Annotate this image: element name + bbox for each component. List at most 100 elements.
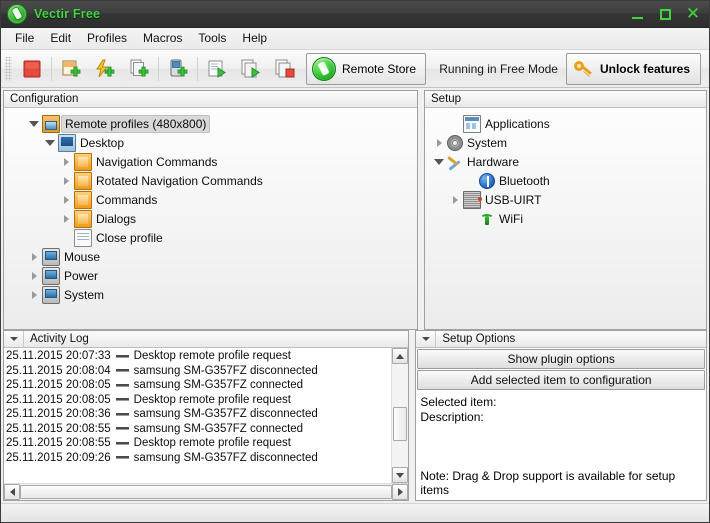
expander-closed-icon[interactable] xyxy=(58,173,74,189)
menu-profiles[interactable]: Profiles xyxy=(79,29,135,48)
log-row[interactable]: 25.11.2015 20:08:55 samsung SM-G357FZ co… xyxy=(6,422,391,437)
expander-open-icon[interactable] xyxy=(26,116,42,132)
tree-item-close-profile[interactable]: Close profile xyxy=(4,228,417,247)
scroll-thumb[interactable] xyxy=(393,407,408,442)
tree-item-dialogs[interactable]: Dialogs xyxy=(4,209,417,228)
expander-closed-icon[interactable] xyxy=(431,135,447,151)
menu-help[interactable]: Help xyxy=(234,29,275,48)
setup-tree[interactable]: Applications System Hardware Bluetooth U… xyxy=(425,108,706,329)
scroll-right-button[interactable] xyxy=(392,484,409,500)
log-row[interactable]: 25.11.2015 20:09:26 samsung SM-G357FZ di… xyxy=(6,451,391,466)
vectir-remote-icon xyxy=(7,4,27,24)
tree-item-navigation-commands[interactable]: Navigation Commands xyxy=(4,152,417,171)
activity-log-horizontal-scrollbar[interactable] xyxy=(4,483,409,500)
run-pages-button[interactable] xyxy=(234,53,267,85)
vectir-main-window: Vectir Free ✕ File Edit Profiles Macros … xyxy=(0,0,710,523)
scroll-track-horizontal[interactable] xyxy=(20,484,393,500)
new-device-button[interactable] xyxy=(161,53,194,85)
arrow-up-icon xyxy=(396,353,405,359)
tree-item-label: USB-UIRT xyxy=(485,192,542,207)
tree-item-system[interactable]: System xyxy=(4,285,417,304)
new-command-set-button[interactable] xyxy=(122,53,155,85)
expander-closed-icon[interactable] xyxy=(26,268,42,284)
add-selected-item-button[interactable]: Add selected item to configuration xyxy=(417,370,705,390)
menu-file[interactable]: File xyxy=(7,29,42,48)
show-plugin-options-button[interactable]: Show plugin options xyxy=(417,349,705,369)
minimize-button[interactable] xyxy=(623,2,651,26)
scroll-down-button[interactable] xyxy=(392,467,409,483)
activity-log-title: Activity Log xyxy=(30,333,89,345)
activity-log-body: 25.11.2015 20:07:33 Desktop remote profi… xyxy=(4,348,409,500)
log-separator-icon xyxy=(115,398,129,402)
activity-log-vertical-scrollbar[interactable] xyxy=(391,348,409,483)
menu-edit[interactable]: Edit xyxy=(42,29,79,48)
activity-log-panel: Activity Log 25.11.2015 20:07:33 Desktop… xyxy=(3,330,410,501)
tree-item-usb-uirt[interactable]: USB-UIRT xyxy=(425,190,706,209)
unlock-features-button[interactable]: Unlock features xyxy=(565,52,701,85)
run-page-button[interactable] xyxy=(200,53,233,85)
tree-item-rotated-navigation-commands[interactable]: Rotated Navigation Commands xyxy=(4,171,417,190)
stop-button[interactable] xyxy=(15,53,48,85)
toolbar-right-group: Running in Free Mode Unlock features xyxy=(439,52,705,85)
expander-closed-icon[interactable] xyxy=(58,192,74,208)
configuration-tree[interactable]: Remote profiles (480x800) Desktop Naviga… xyxy=(4,108,417,329)
tree-item-bluetooth[interactable]: Bluetooth xyxy=(425,171,706,190)
tree-item-applications[interactable]: Applications xyxy=(425,114,706,133)
tree-item-mouse[interactable]: Mouse xyxy=(4,247,417,266)
scroll-track[interactable] xyxy=(392,364,409,467)
tree-item-label: Rotated Navigation Commands xyxy=(96,173,263,188)
log-timestamp: 25.11.2015 20:07:33 xyxy=(6,350,111,363)
log-row[interactable]: 25.11.2015 20:07:33 Desktop remote profi… xyxy=(6,349,391,364)
chevron-down-icon xyxy=(9,337,18,341)
remote-store-button[interactable]: Remote Store xyxy=(306,52,427,85)
scroll-left-button[interactable] xyxy=(4,484,20,500)
activity-log-list[interactable]: 25.11.2015 20:07:33 Desktop remote profi… xyxy=(4,348,391,483)
expander-closed-icon[interactable] xyxy=(447,192,463,208)
log-row[interactable]: 25.11.2015 20:08:55 Desktop remote profi… xyxy=(6,436,391,451)
device-icon xyxy=(42,247,60,266)
log-message: samsung SM-G357FZ connected xyxy=(133,379,304,392)
tree-item-power[interactable]: Power xyxy=(4,266,417,285)
log-row[interactable]: 25.11.2015 20:08:05 Desktop remote profi… xyxy=(6,393,391,408)
close-button[interactable]: ✕ xyxy=(679,2,707,26)
stop-pages-button[interactable] xyxy=(268,53,301,85)
chevron-down-icon xyxy=(421,337,430,341)
tree-item-label: Navigation Commands xyxy=(96,154,218,169)
tree-item-label: System xyxy=(64,287,105,302)
log-timestamp: 25.11.2015 20:08:36 xyxy=(6,408,111,421)
log-separator-icon xyxy=(115,383,129,387)
log-row[interactable]: 25.11.2015 20:08:36 samsung SM-G357FZ di… xyxy=(6,407,391,422)
device-icon xyxy=(42,266,60,285)
setup-header: Setup xyxy=(425,91,706,108)
expander-closed-icon[interactable] xyxy=(58,211,74,227)
tree-item-label: Power xyxy=(64,268,99,283)
tree-item-remote-profiles[interactable]: Remote profiles (480x800) xyxy=(4,114,417,133)
tree-item-desktop[interactable]: Desktop xyxy=(4,133,417,152)
scroll-up-button[interactable] xyxy=(392,348,409,364)
tree-item-hardware[interactable]: Hardware xyxy=(425,152,706,171)
new-macro-button[interactable] xyxy=(88,53,121,85)
expander-closed-icon[interactable] xyxy=(26,287,42,303)
maximize-button[interactable] xyxy=(651,2,679,26)
tree-item-commands[interactable]: Commands xyxy=(4,190,417,209)
setup-options-collapse-button[interactable] xyxy=(416,331,437,347)
expander-open-icon[interactable] xyxy=(42,135,58,151)
menu-macros[interactable]: Macros xyxy=(135,29,190,48)
tree-item-wifi[interactable]: WiFi xyxy=(425,209,706,228)
toolbar-grip[interactable] xyxy=(5,56,12,81)
expander-closed-icon[interactable] xyxy=(26,249,42,265)
arrow-down-icon xyxy=(396,472,405,478)
applications-icon xyxy=(463,114,481,133)
scroll-thumb-horizontal[interactable] xyxy=(20,485,393,499)
new-profile-button[interactable] xyxy=(54,53,87,85)
tree-item-system[interactable]: System xyxy=(425,133,706,152)
activity-log-collapse-button[interactable] xyxy=(4,331,24,347)
log-row[interactable]: 25.11.2015 20:08:05 samsung SM-G357FZ co… xyxy=(6,378,391,393)
expander-open-icon[interactable] xyxy=(431,154,447,170)
menu-tools[interactable]: Tools xyxy=(190,29,234,48)
expander-closed-icon[interactable] xyxy=(58,154,74,170)
log-row[interactable]: 25.11.2015 20:08:04 samsung SM-G357FZ di… xyxy=(6,364,391,379)
window-title: Vectir Free xyxy=(34,7,101,21)
toolbar-separator xyxy=(51,56,52,81)
